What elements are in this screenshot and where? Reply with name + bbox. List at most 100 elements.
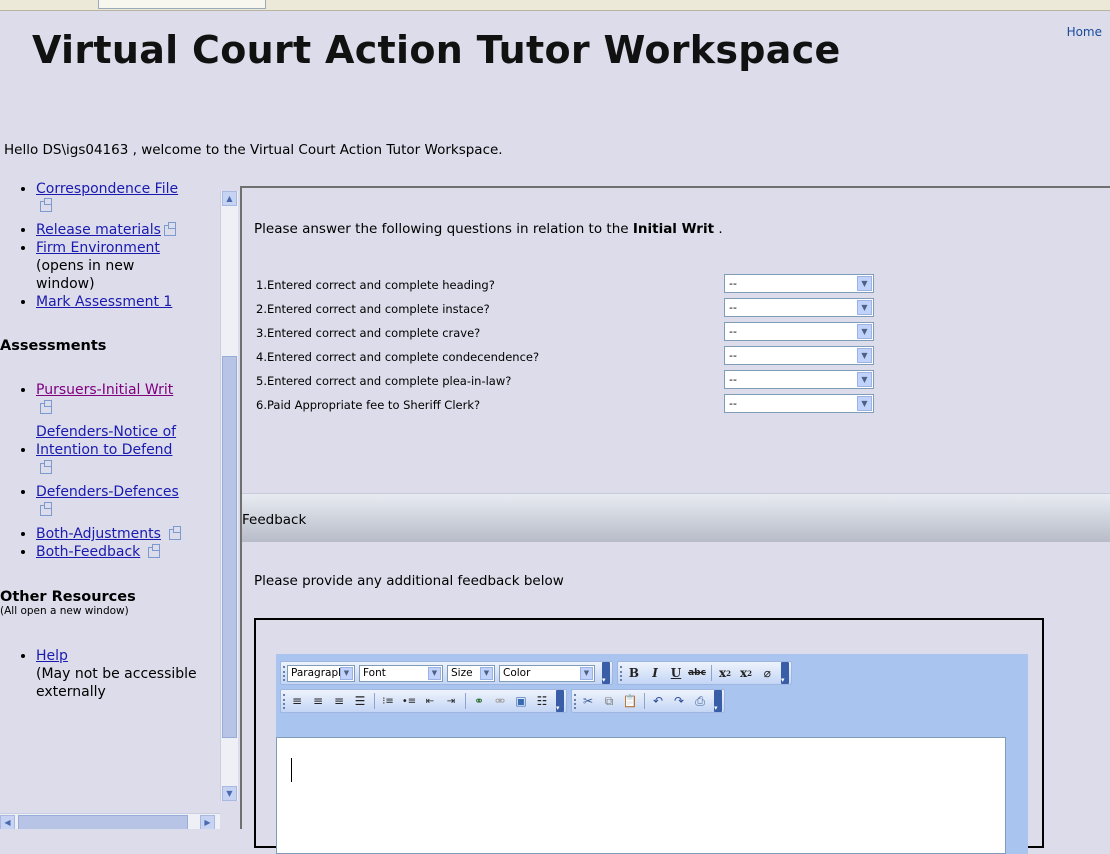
list-item: Pursuers-Initial Writ [36, 381, 220, 417]
align-right-icon[interactable]: ≡ [329, 691, 349, 711]
question-label: 4.Entered correct and complete condecend… [256, 350, 540, 364]
sidebar-link-mark-assessment[interactable]: Mark Assessment 1 [36, 294, 172, 310]
eraser-icon[interactable]: ⌀ [757, 663, 777, 683]
select-value: -- [729, 277, 737, 290]
horizontal-rule-icon[interactable]: ☷ [532, 691, 552, 711]
rich-text-editor-frame: Paragraph ▼ Font ▼ Size ▼ Color ▼ ▾ B I … [254, 618, 1044, 854]
select-value: -- [729, 325, 737, 338]
chevron-down-icon[interactable]: ▼ [857, 324, 872, 339]
feedback-section-header: Feedback [242, 493, 1110, 542]
assessment-link-pursuers-initial-writ[interactable]: Pursuers-Initial Writ [36, 382, 173, 398]
new-window-icon [40, 501, 52, 516]
paragraph-select[interactable]: Paragraph ▼ [287, 664, 355, 682]
image-icon[interactable]: ▣ [511, 691, 531, 711]
underline-icon[interactable]: U [666, 663, 686, 683]
toolbar-options-icon[interactable] [714, 690, 722, 712]
question-2-select[interactable]: -- ▼ [724, 298, 874, 317]
chevron-down-icon[interactable]: ▼ [428, 666, 441, 680]
paste-icon[interactable]: 📋 [620, 691, 640, 711]
intro-suffix: . [718, 221, 723, 237]
question-label: 6.Paid Appropriate fee to Sheriff Clerk? [256, 398, 481, 412]
rich-text-editor: Paragraph ▼ Font ▼ Size ▼ Color ▼ ▾ B I … [276, 654, 1028, 854]
copy-icon[interactable]: ⧉ [599, 691, 619, 711]
question-6-select[interactable]: -- ▼ [724, 394, 874, 413]
new-window-icon [148, 543, 161, 558]
color-select[interactable]: Color ▼ [499, 664, 595, 682]
clipboard-group: ✂ ⧉ 📋 ↶ ↷ ⎙ [571, 689, 725, 713]
outdent-icon[interactable]: ⇤ [420, 691, 440, 711]
assessment-link-defenders-notice[interactable]: Defenders-Notice of Intention to Defend [36, 423, 208, 459]
main-panel: Please answer the following questions in… [240, 186, 1110, 854]
bold-icon[interactable]: B [624, 663, 644, 683]
strikethrough-icon[interactable]: abc [687, 663, 707, 683]
chevron-down-icon[interactable]: ▼ [480, 666, 493, 680]
feedback-heading: Feedback [242, 512, 307, 528]
chevron-down-icon[interactable]: ▼ [580, 666, 593, 680]
toolbar-divider [465, 693, 466, 709]
font-select[interactable]: Font ▼ [359, 664, 443, 682]
scrollbar-thumb[interactable] [18, 815, 188, 829]
list-item: Both-Feedback [36, 543, 220, 561]
align-left-icon[interactable]: ≡ [287, 691, 307, 711]
undo-icon[interactable]: ↶ [648, 691, 668, 711]
list-item: Defenders-Notice of Intention to Defend [36, 423, 220, 477]
subscript-icon[interactable]: x2 [736, 663, 756, 683]
chevron-down-icon[interactable]: ▼ [857, 300, 872, 315]
sidebar-link-firm-environment[interactable]: Firm Environment [36, 240, 160, 256]
chevron-down-icon[interactable]: ▼ [857, 396, 872, 411]
sidebar-link-correspondence-file[interactable]: Correspondence File [36, 181, 178, 197]
scroll-right-button[interactable]: ▶ [200, 815, 215, 829]
chevron-down-icon[interactable]: ▼ [340, 666, 353, 680]
assessment-link-both-adjustments[interactable]: Both-Adjustments [36, 526, 161, 542]
superscript-icon[interactable]: x2 [715, 663, 735, 683]
sidebar-vertical-scrollbar[interactable]: ▲ ▼ [220, 191, 238, 801]
select-value: Size [451, 666, 473, 679]
question-label: 1.Entered correct and complete heading? [256, 278, 495, 292]
toolbar-options-icon[interactable] [602, 662, 610, 684]
print-icon[interactable]: ⎙ [690, 691, 710, 711]
unlink-icon[interactable]: ⚮ [490, 691, 510, 711]
select-value: -- [729, 301, 737, 314]
chevron-down-icon[interactable]: ▼ [857, 348, 872, 363]
assessment-link-both-feedback[interactable]: Both-Feedback [36, 544, 140, 560]
scroll-down-button[interactable]: ▼ [222, 786, 237, 801]
italic-icon[interactable]: I [645, 663, 665, 683]
indent-icon[interactable]: ⇥ [441, 691, 461, 711]
question-4-select[interactable]: -- ▼ [724, 346, 874, 365]
question-5-select[interactable]: -- ▼ [724, 370, 874, 389]
question-label: 5.Entered correct and complete plea-in-l… [256, 374, 512, 388]
sidebar-top-list: Correspondence File Release materials Fi… [0, 181, 220, 311]
help-link[interactable]: Help [36, 648, 68, 664]
sidebar-horizontal-scrollbar[interactable]: ◀ ▶ [0, 813, 220, 829]
sidebar-link-release-materials[interactable]: Release materials [36, 222, 161, 238]
scroll-left-button[interactable]: ◀ [0, 815, 15, 829]
toolbar-divider [711, 665, 712, 681]
chevron-down-icon[interactable]: ▼ [857, 276, 872, 291]
scrollbar-thumb[interactable] [222, 356, 237, 738]
assessment-link-defenders-defences[interactable]: Defenders-Defences [36, 484, 179, 500]
page-title: Virtual Court Action Tutor Workspace [32, 28, 841, 72]
select-value: -- [729, 373, 737, 386]
justify-icon[interactable]: ☰ [350, 691, 370, 711]
scroll-up-button[interactable]: ▲ [222, 191, 237, 206]
ordered-list-icon[interactable]: ⁝≡ [378, 691, 398, 711]
question-1-select[interactable]: -- ▼ [724, 274, 874, 293]
cut-icon[interactable]: ✂ [578, 691, 598, 711]
feedback-textarea[interactable] [276, 737, 1006, 854]
list-item: Mark Assessment 1 [36, 293, 220, 311]
list-item: Correspondence File [36, 181, 220, 215]
question-3-select[interactable]: -- ▼ [724, 322, 874, 341]
chevron-down-icon[interactable]: ▼ [857, 372, 872, 387]
unordered-list-icon[interactable]: •≡ [399, 691, 419, 711]
toolbar-options-icon[interactable] [556, 690, 564, 712]
new-window-icon [40, 459, 52, 474]
redo-icon[interactable]: ↷ [669, 691, 689, 711]
address-bar-fragment[interactable] [98, 0, 266, 9]
toolbar-options-icon[interactable] [781, 662, 789, 684]
link-icon[interactable]: ⚭ [469, 691, 489, 711]
home-link[interactable]: Home [1067, 25, 1102, 39]
align-center-icon[interactable]: ≡ [308, 691, 328, 711]
list-item: Both-Adjustments [36, 525, 220, 543]
select-value: Color [503, 666, 531, 679]
size-select[interactable]: Size ▼ [447, 664, 495, 682]
